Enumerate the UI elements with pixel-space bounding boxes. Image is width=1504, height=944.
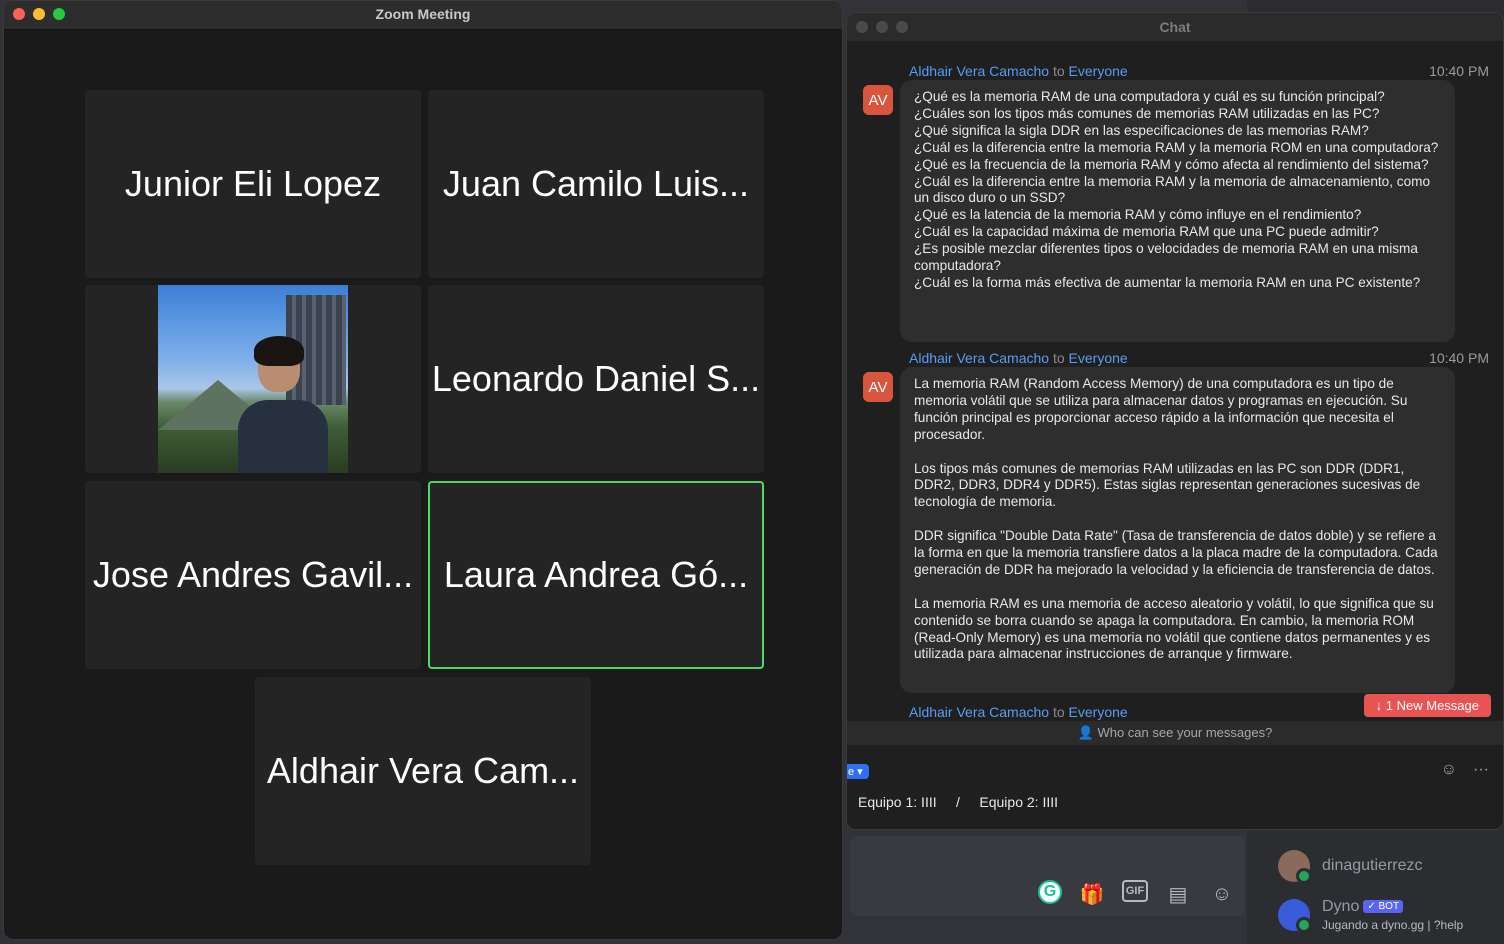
participant-tile[interactable]: Leonardo Daniel S... (428, 285, 764, 473)
message-time: 10:40 PM (1429, 63, 1489, 79)
participant-name: Jose Andres Gavil... (92, 554, 414, 595)
message-paragraph: La memoria RAM es una memoria de acceso … (914, 595, 1434, 662)
message-paragraph: DDR significa "Double Data Rate" (Tasa d… (914, 528, 1438, 577)
person-icon: 👤 (1077, 725, 1094, 740)
avatar: AV (863, 85, 893, 115)
message-recipient[interactable]: Everyone (1069, 704, 1128, 720)
fullscreen-icon[interactable] (53, 8, 65, 20)
more-icon[interactable]: ··· (1473, 761, 1489, 779)
message-line: ¿Qué es la latencia de la memoria RAM y … (914, 207, 1362, 223)
bot-badge: ✓ BOT (1363, 900, 1404, 914)
member-item[interactable]: Dyno ✓ BOT Jugando a dyno.gg | ?help (1278, 898, 1464, 933)
message-recipient[interactable]: Everyone (1069, 350, 1128, 366)
message-sender[interactable]: Aldhair Vera Camacho (909, 63, 1049, 79)
who-can-see-label: Who can see your messages? (1097, 725, 1273, 740)
message-line: ¿Es posible mezclar diferentes tipos o v… (914, 241, 1418, 274)
participant-tile[interactable]: Jose Andres Gavil... (85, 481, 421, 669)
window-title: Chat (1159, 19, 1191, 35)
participant-tile[interactable]: Juan Camilo Luis... (428, 90, 764, 278)
window-controls (13, 8, 65, 20)
close-icon[interactable] (13, 8, 25, 20)
member-item[interactable]: dinagutierrezc (1278, 850, 1423, 884)
fullscreen-icon[interactable] (896, 21, 908, 33)
message-line: ¿Cuáles son los tipos más comunes de mem… (914, 105, 1380, 121)
message-line: ¿Cuál es la diferencia entre la memoria … (914, 173, 1431, 206)
message-sender[interactable]: Aldhair Vera Camacho (909, 350, 1049, 366)
participant-tile[interactable]: Aldhair Vera Cam... (255, 677, 591, 865)
participant-video (158, 285, 348, 473)
to-label: to (1052, 63, 1065, 79)
gift-icon[interactable]: 🎁 (1078, 880, 1106, 908)
message-paragraph: La memoria RAM (Random Access Memory) de… (914, 376, 1408, 442)
message-line: ¿Cuál es la capacidad máxima de memoria … (914, 224, 1379, 240)
message-time: 10:40 PM (1429, 350, 1489, 366)
window-title: Zoom Meeting (375, 6, 471, 22)
message-recipient[interactable]: Everyone (1069, 63, 1128, 79)
avatar (1278, 899, 1312, 933)
who-can-see-bar[interactable]: 👤 Who can see your messages? (847, 721, 1503, 745)
avatar: AV (863, 372, 893, 402)
window-controls (856, 21, 908, 33)
message-line: ¿Qué significa la sigla DDR en las espec… (914, 122, 1369, 138)
compose-toolbar: ☺ ··· (1441, 761, 1489, 779)
new-message-button[interactable]: ↓ 1 New Message (1363, 694, 1491, 717)
member-name: Dyno (1322, 898, 1360, 915)
to-label: to (1052, 704, 1065, 720)
gif-icon[interactable]: GIF (1122, 880, 1148, 902)
participant-name: Juan Camilo Luis... (442, 163, 750, 204)
sticker-icon[interactable]: ▤ (1164, 880, 1192, 908)
minimize-icon[interactable] (33, 8, 45, 20)
participant-tile[interactable] (85, 285, 421, 473)
message-sender[interactable]: Aldhair Vera Camacho (909, 704, 1049, 720)
emoji-icon[interactable]: ☺ (1441, 761, 1457, 779)
minimize-icon[interactable] (876, 21, 888, 33)
participant-name: Leonardo Daniel S... (431, 358, 761, 399)
message-header: Aldhair Vera Camacho to Everyone 10:40 P… (909, 350, 1489, 366)
avatar (1278, 850, 1312, 884)
close-icon[interactable] (856, 21, 868, 33)
chat-input[interactable]: Equipo 1: IIII / Equipo 2: IIII (858, 794, 1058, 810)
member-name: dinagutierrezc (1322, 857, 1423, 874)
to-label: to (1052, 350, 1065, 366)
recipient-select[interactable]: e ▾ (847, 764, 869, 779)
message-bubble: La memoria RAM (Random Access Memory) de… (900, 367, 1455, 693)
zoom-window: Zoom Meeting Junior Eli Lopez Juan Camil… (3, 0, 843, 940)
message-line: ¿Qué es la memoria RAM de una computador… (914, 89, 1385, 104)
zoom-titlebar: Zoom Meeting (4, 1, 842, 30)
participant-tile[interactable]: Junior Eli Lopez (85, 90, 421, 278)
chat-window: Chat Aldhair Vera Camacho to Everyone 10… (846, 12, 1504, 830)
participant-name: Laura Andrea Gó... (443, 554, 749, 595)
compose-area[interactable]: e ▾ ☺ ··· Equipo 1: IIII / Equipo 2: III… (847, 745, 1503, 829)
emoji-icon[interactable]: ☺ (1208, 880, 1236, 908)
message-line: ¿Cuál es la diferencia entre la memoria … (914, 139, 1439, 155)
message-bubble: ¿Qué es la memoria RAM de una computador… (900, 80, 1455, 342)
discord-input-toolbar: G 🎁 GIF ▤ ☺ (1038, 880, 1236, 908)
message-line: ¿Cuál es la forma más efectiva de aument… (914, 274, 1421, 290)
participant-tile-active-speaker[interactable]: Laura Andrea Gó... (428, 481, 764, 669)
participant-name: Junior Eli Lopez (124, 163, 382, 204)
message-header: Aldhair Vera Camacho to Everyone 10:40 P… (909, 63, 1489, 79)
member-status: Jugando a dyno.gg | ?help (1322, 918, 1464, 932)
participant-name: Aldhair Vera Cam... (266, 750, 580, 791)
grammarly-icon[interactable]: G (1038, 880, 1062, 904)
chat-titlebar: Chat (847, 13, 1503, 41)
message-paragraph: Los tipos más comunes de memorias RAM ut… (914, 460, 1421, 510)
message-line: ¿Qué es la frecuencia de la memoria RAM … (914, 156, 1429, 172)
